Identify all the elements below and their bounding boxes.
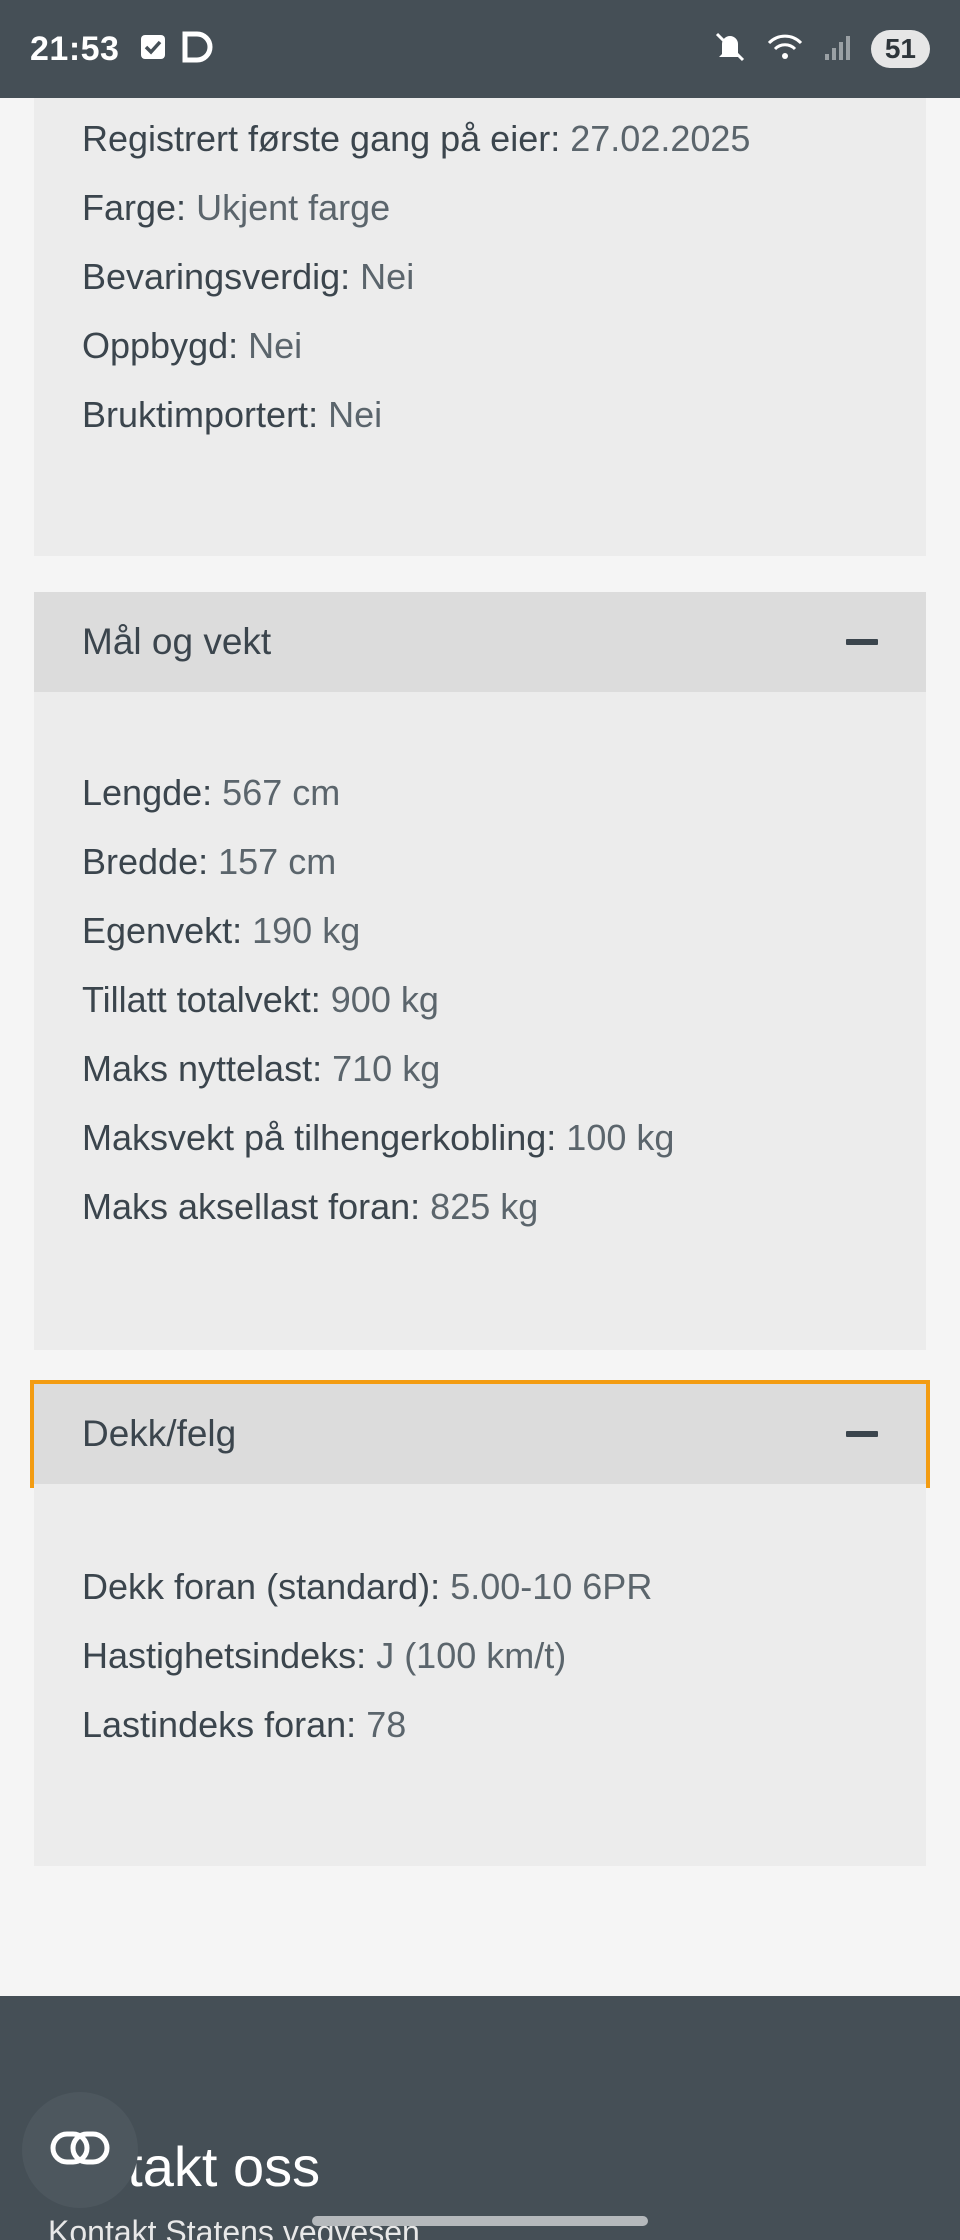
- dim-row-max-payload: Maks nyttelast710 kg: [82, 1034, 878, 1103]
- accordion-header-tires[interactable]: Dekk/felg: [30, 1380, 930, 1488]
- home-indicator[interactable]: [312, 2216, 648, 2226]
- tire-row-load-index: Lastindeks foran78: [82, 1690, 878, 1759]
- dim-row-length: Lengde567 cm: [82, 758, 878, 827]
- dim-row-hitch-weight: Maksvekt på tilhengerkobling100 kg: [82, 1103, 878, 1172]
- chat-button[interactable]: [22, 2092, 138, 2208]
- status-bar: 21:53 51: [0, 0, 960, 98]
- dim-row-total-weight: Tillatt totalvekt900 kg: [82, 965, 878, 1034]
- signal-icon: [823, 32, 853, 67]
- general-info-panel: Registrert første gang på eier27.02.2025…: [34, 98, 926, 556]
- tires-panel: Dekk foran (standard)5.00-10 6PR Hastigh…: [34, 1484, 926, 1866]
- accordion-title: Mål og vekt: [82, 621, 272, 662]
- footer: ntakt oss Kontakt Statens vegvesen: [0, 1996, 960, 2240]
- accordion-header-dimensions[interactable]: Mål og vekt: [34, 592, 926, 692]
- link-icon: [50, 2131, 110, 2170]
- info-row-registered: Registrert første gang på eier27.02.2025: [82, 104, 878, 173]
- checkbox-icon: [139, 33, 167, 66]
- dim-row-width: Bredde157 cm: [82, 827, 878, 896]
- dim-row-front-axle: Maks aksellast foran825 kg: [82, 1172, 878, 1241]
- info-row-color: FargeUkjent farge: [82, 173, 878, 242]
- status-time: 21:53: [30, 29, 120, 68]
- mute-icon: [713, 30, 747, 69]
- info-row-used-import: BruktimportertNei: [82, 380, 878, 449]
- info-row-preservation: BevaringsverdigNei: [82, 242, 878, 311]
- info-row-rebuilt: OppbygdNei: [82, 311, 878, 380]
- tire-row-front: Dekk foran (standard)5.00-10 6PR: [82, 1552, 878, 1621]
- wifi-icon: [765, 31, 805, 68]
- tire-row-speed-index: HastighetsindeksJ (100 km/t): [82, 1621, 878, 1690]
- dim-row-curb-weight: Egenvekt190 kg: [82, 896, 878, 965]
- collapse-minus-icon: [846, 639, 878, 645]
- collapse-minus-icon: [846, 1431, 878, 1437]
- d-app-icon: [181, 31, 217, 68]
- battery-indicator: 51: [870, 30, 930, 68]
- accordion-title: Dekk/felg: [82, 1413, 237, 1454]
- dimensions-panel: Lengde567 cm Bredde157 cm Egenvekt190 kg…: [34, 692, 926, 1350]
